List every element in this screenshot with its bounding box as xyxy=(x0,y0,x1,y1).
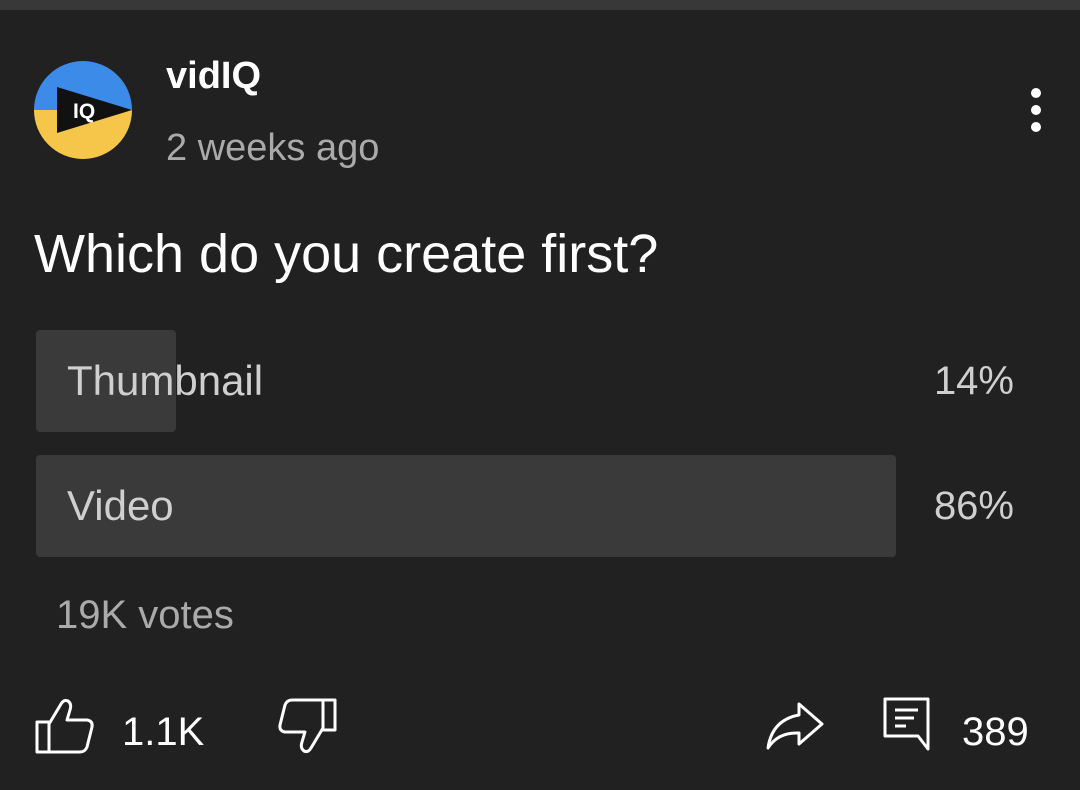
community-post: IQ vidIQ 2 weeks ago Which do you create… xyxy=(0,0,1080,790)
poll-option-video[interactable]: Video 86% xyxy=(36,455,1036,557)
like-count: 1.1K xyxy=(122,710,205,754)
channel-avatar[interactable]: IQ xyxy=(34,61,132,159)
share-arrow-icon xyxy=(766,702,824,750)
thumb-up-icon xyxy=(35,698,94,754)
poll-option-label: Video xyxy=(67,482,174,529)
poll-option-percent: 14% xyxy=(933,359,1014,403)
poll-vote-count: 19K votes xyxy=(56,593,234,637)
avatar-text: IQ xyxy=(73,100,95,123)
poll-option-percent: 86% xyxy=(933,484,1014,528)
comment-count: 389 xyxy=(962,710,1029,754)
comment-icon xyxy=(883,697,930,751)
poll-option-label: Thumbnail xyxy=(67,357,264,404)
like-button[interactable] xyxy=(34,696,96,756)
top-divider xyxy=(0,0,1080,10)
vertical-dots-icon xyxy=(1031,88,1041,132)
more-options-button[interactable] xyxy=(1012,82,1060,138)
dislike-button[interactable] xyxy=(276,696,338,756)
channel-name[interactable]: vidIQ xyxy=(166,52,261,100)
vidiq-logo-icon: IQ xyxy=(34,61,132,159)
post-question: Which do you create first? xyxy=(34,224,659,284)
thumb-down-icon xyxy=(278,698,337,754)
share-button[interactable] xyxy=(764,700,826,752)
poll-option-thumbnail[interactable]: Thumbnail 14% xyxy=(36,330,1036,432)
comment-button[interactable] xyxy=(882,696,932,752)
post-timestamp: 2 weeks ago xyxy=(166,127,380,169)
